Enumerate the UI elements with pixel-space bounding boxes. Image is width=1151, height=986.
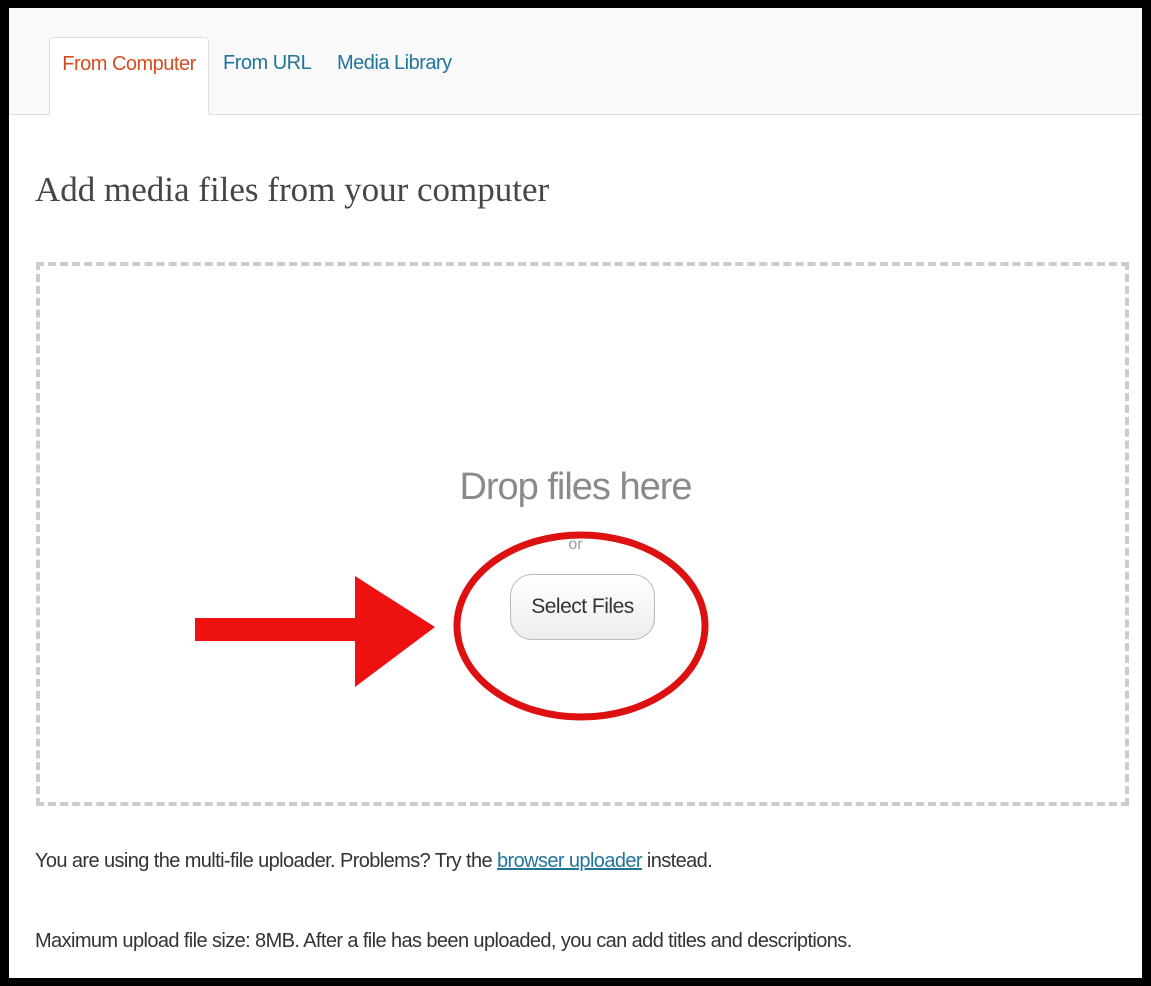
uploader-notice: You are using the multi-file uploader. P… [35,850,713,873]
drop-zone[interactable] [36,262,1129,806]
media-tab-bar: From Computer From URL Media Library [9,8,1142,115]
tab-from-url[interactable]: From URL [223,52,312,75]
uploader-notice-text: You are using the multi-file uploader. P… [35,850,498,872]
max-upload-notice: Maximum upload file size: 8MB. After a f… [35,930,852,952]
uploader-notice-suffix: instead. [641,850,713,872]
drop-files-label: Drop files here [459,466,692,508]
media-upload-window: From Computer From URL Media Library Add… [9,8,1142,978]
select-files-button[interactable]: Select Files [510,574,655,640]
browser-uploader-link[interactable]: browser uploader [497,850,643,872]
page-title: Add media files from your computer [35,170,550,209]
tab-media-library[interactable]: Media Library [337,52,452,75]
or-label: or [568,536,583,553]
tab-from-computer[interactable]: From Computer [49,37,209,115]
